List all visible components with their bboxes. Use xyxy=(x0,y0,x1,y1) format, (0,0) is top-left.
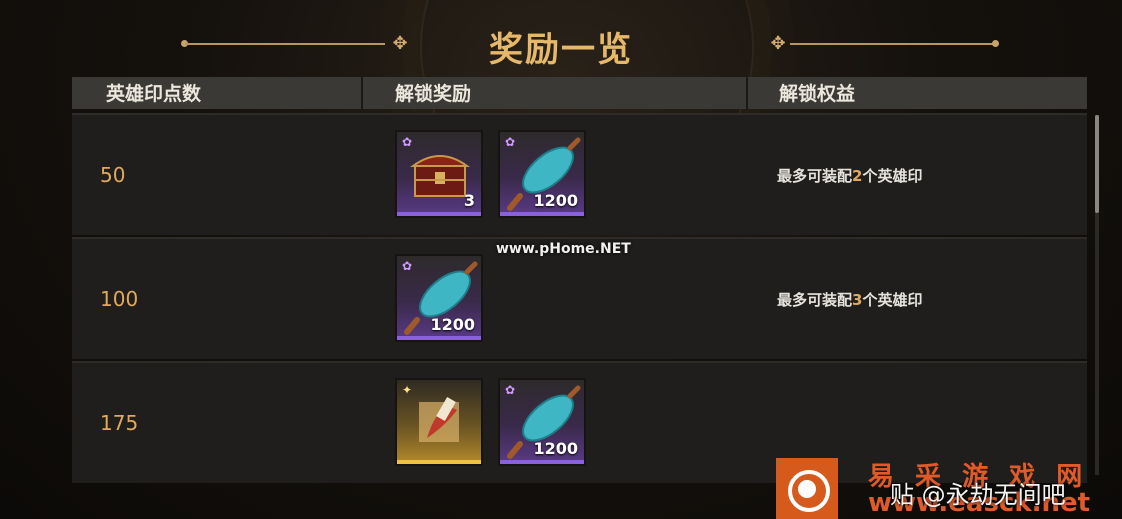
points-value: 175 xyxy=(100,411,139,435)
reward-item[interactable]: ✿ 3 xyxy=(395,130,483,218)
table-header: 英雄印点数 解锁奖励 解锁权益 xyxy=(72,77,1087,109)
scrollbar[interactable] xyxy=(1095,115,1099,475)
table-row: 50 ✿ 3 ✿ 1200 最多可装配2个英雄印 xyxy=(72,113,1087,235)
scrollbar-thumb[interactable] xyxy=(1095,115,1099,213)
knot-ornament-icon: ✥ xyxy=(770,33,786,54)
reward-item[interactable]: ✿ 1200 xyxy=(395,254,483,342)
reward-item[interactable]: ✿ 1200 xyxy=(498,130,586,218)
header-divider xyxy=(746,77,748,109)
deco-dot xyxy=(992,40,999,47)
item-count: 1200 xyxy=(430,315,475,334)
reward-item[interactable]: ✿ 1200 xyxy=(498,378,586,466)
points-value: 100 xyxy=(100,287,139,311)
watermark-tieba: 贴 @永劫无间吧 xyxy=(890,481,1066,509)
item-count: 1200 xyxy=(533,439,578,458)
title-bar: ✥ 奖励一览 ✥ xyxy=(0,20,1122,70)
rarity-bar xyxy=(397,460,481,464)
benefit-text: 最多可装配2个英雄印 xyxy=(777,167,923,185)
rarity-bar xyxy=(500,212,584,216)
reward-item[interactable]: ✦ xyxy=(395,378,483,466)
header-benefits: 解锁权益 xyxy=(779,83,856,105)
benefit-text: 最多可装配3个英雄印 xyxy=(777,291,923,309)
header-points: 英雄印点数 xyxy=(106,83,202,105)
page-title: 奖励一览 xyxy=(489,30,633,70)
rarity-bar xyxy=(397,336,481,340)
deco-line-right xyxy=(790,43,995,45)
watermark-text: www.pHome.NET xyxy=(496,241,631,257)
header-divider xyxy=(361,77,363,109)
rarity-bar xyxy=(500,460,584,464)
site-logo-icon xyxy=(776,458,838,519)
points-value: 50 xyxy=(100,163,126,187)
item-count: 3 xyxy=(463,191,475,210)
hero-seal-icon xyxy=(419,396,459,442)
header-rewards: 解锁奖励 xyxy=(395,83,472,105)
rarity-bar xyxy=(397,212,481,216)
item-count: 1200 xyxy=(533,191,578,210)
